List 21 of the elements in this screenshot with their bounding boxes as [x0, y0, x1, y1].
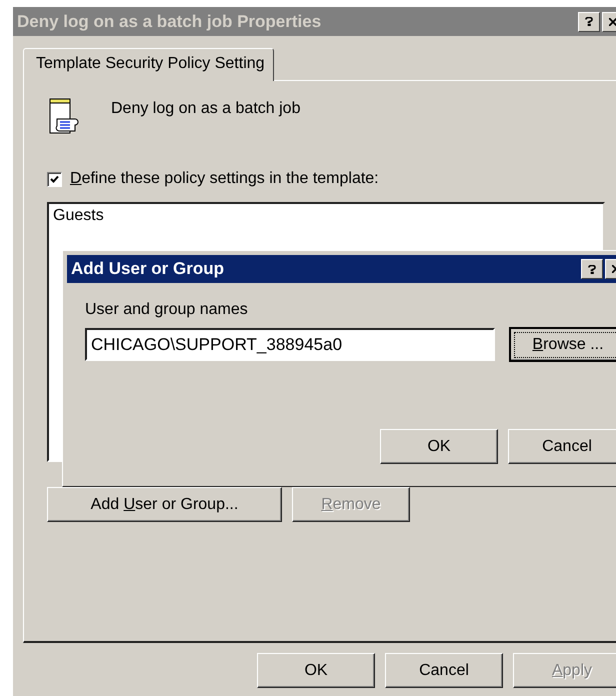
- add-user-button[interactable]: Add User or Group...: [47, 487, 282, 522]
- ok-button[interactable]: OK: [257, 653, 375, 688]
- list-item[interactable]: Guests: [52, 206, 600, 226]
- tab[interactable]: Template Security Policy Setting: [23, 48, 274, 81]
- check-icon: [50, 174, 59, 184]
- user-name-field[interactable]: CHICAGO\SUPPORT_388945a0: [85, 328, 495, 361]
- dialog-title: Add User or Group: [71, 259, 224, 279]
- ok-button[interactable]: OK: [380, 429, 498, 464]
- checkbox-label: Define these policy settings in the template:: [70, 170, 379, 188]
- window-title: Deny log on as a batch job Properties: [17, 12, 322, 32]
- field-label: User and group names: [85, 301, 249, 319]
- cancel-button[interactable]: Cancel: [508, 429, 616, 464]
- checkbox[interactable]: [47, 172, 62, 186]
- help-icon: [588, 264, 596, 274]
- help-icon: [585, 17, 593, 26]
- help-button[interactable]: [578, 12, 600, 32]
- policy-name: Deny log on as a batch job: [111, 99, 300, 118]
- help-button[interactable]: [581, 259, 603, 279]
- browse-button[interactable]: Browse ...: [509, 327, 616, 362]
- cancel-button[interactable]: Cancel: [385, 653, 503, 688]
- close-icon: [609, 18, 616, 26]
